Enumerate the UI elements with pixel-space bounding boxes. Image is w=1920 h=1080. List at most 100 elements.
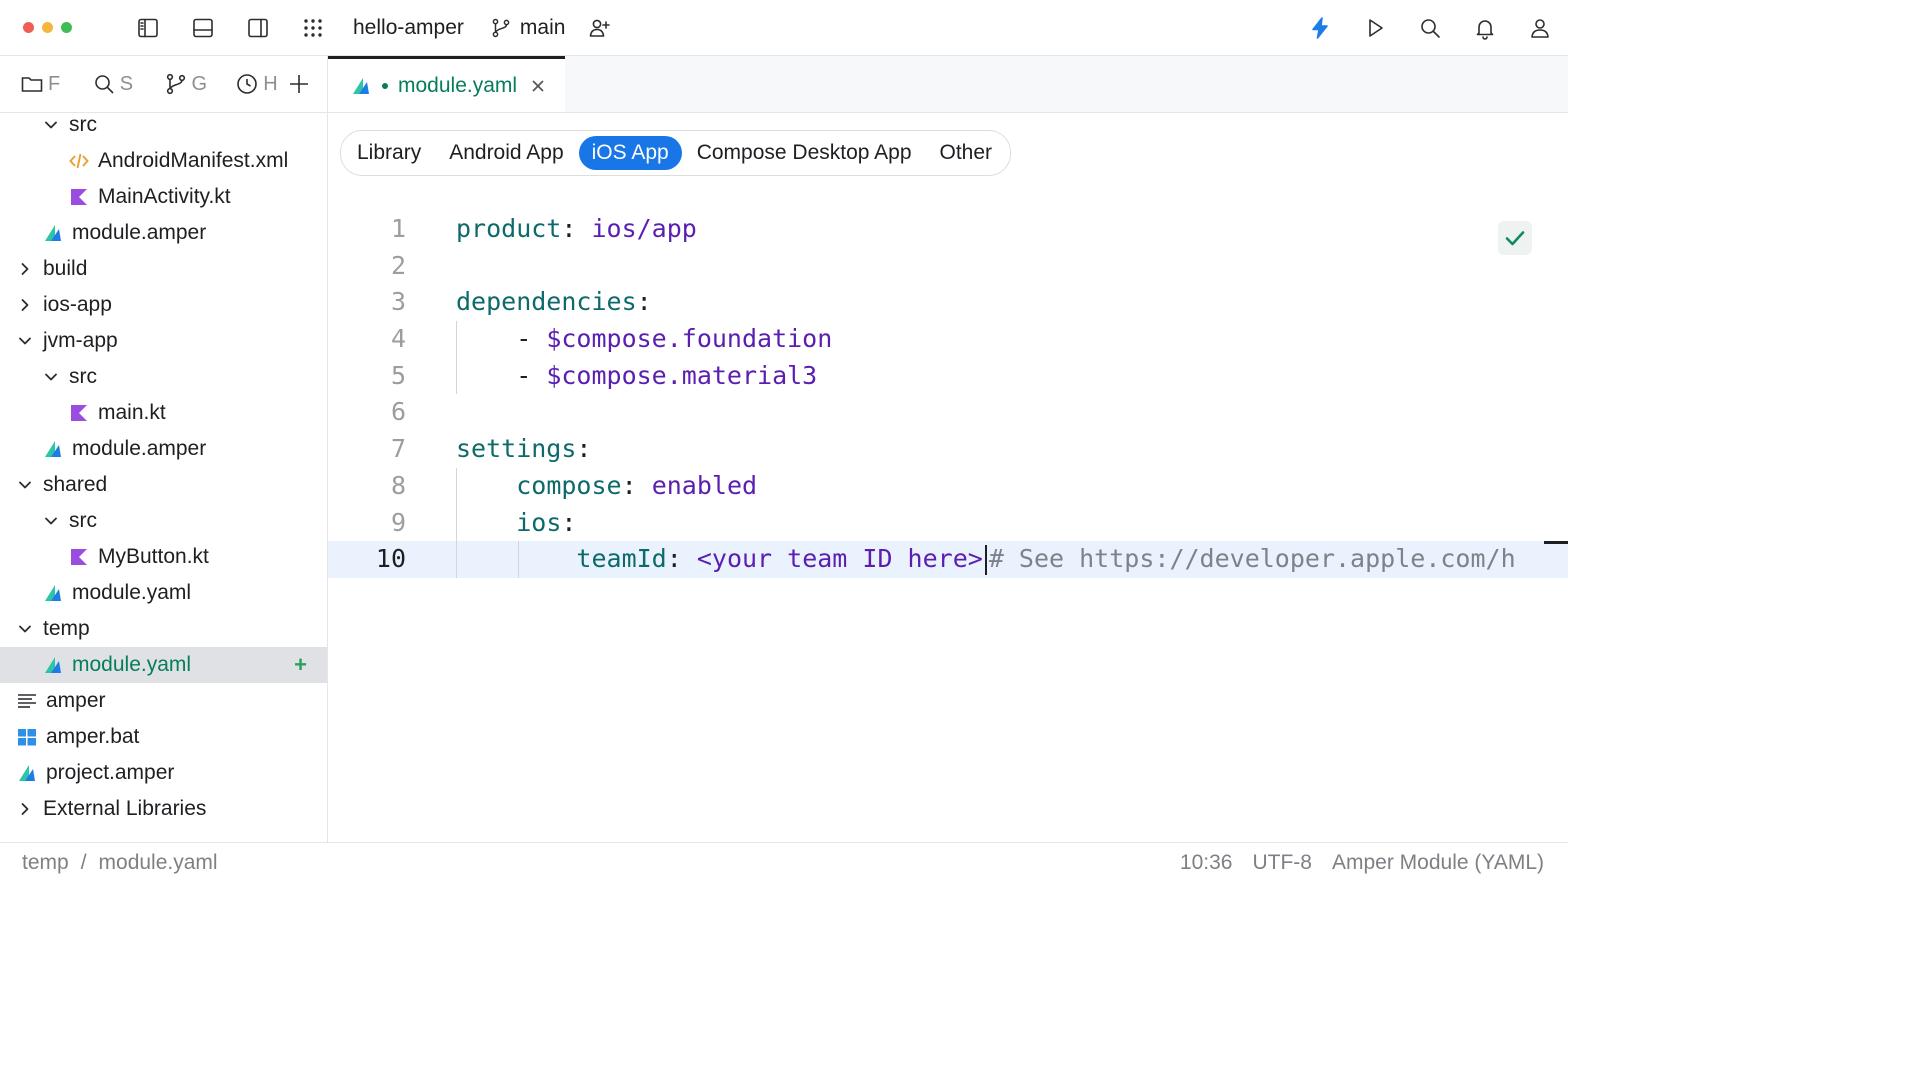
tree-item[interactable]: module.amper <box>0 431 327 467</box>
chevron-down-icon[interactable] <box>42 368 60 386</box>
chevron-down-icon[interactable] <box>16 620 34 638</box>
text-caret <box>984 545 987 576</box>
code-token: product <box>456 214 562 243</box>
segment-ios-app[interactable]: iOS App <box>578 136 682 170</box>
tree-item[interactable]: src <box>0 359 327 395</box>
power-save-bolt-icon[interactable] <box>1304 12 1336 44</box>
right-panel-toggle-icon[interactable] <box>242 12 274 44</box>
chevron-down-icon[interactable] <box>16 332 34 350</box>
tree-item[interactable]: jvm-app <box>0 323 327 359</box>
code-editor[interactable]: 1 product: ios/app 2 3 dependencies: 4 - $com… <box>328 211 1568 578</box>
bottom-panel-toggle-icon[interactable] <box>187 12 219 44</box>
add-collaborator-icon[interactable] <box>583 12 615 44</box>
horizontal-scroll-marker <box>1544 541 1568 544</box>
code-text: - $compose.material3 <box>456 358 817 395</box>
chevron-down-icon[interactable] <box>42 512 60 530</box>
line-number: 6 <box>390 397 406 427</box>
tree-item[interactable]: ios-app <box>0 287 327 323</box>
segment-compose-desktop-app[interactable]: Compose Desktop App <box>684 136 925 170</box>
segment-other[interactable]: Other <box>927 136 1006 170</box>
file-encoding[interactable]: UTF-8 <box>1252 851 1312 875</box>
code-line[interactable]: 8 compose: enabled <box>328 468 1568 505</box>
code-text: settings: <box>456 431 591 468</box>
tree-item[interactable]: amper <box>0 683 327 719</box>
status-bar: temp / module.yaml 10:36 UTF-8 Amper Mod… <box>0 842 1568 882</box>
code-line[interactable]: 3 dependencies: <box>328 284 1568 321</box>
breadcrumb-file[interactable]: module.yaml <box>99 851 218 875</box>
tree-item-label: temp <box>43 617 90 640</box>
chevron-down-icon <box>19 481 31 489</box>
code-line[interactable]: 10 teamId: <your team ID here> # See http… <box>328 541 1568 578</box>
tree-item[interactable]: External Libraries <box>0 791 327 827</box>
code-token: ios/app <box>591 214 697 243</box>
status-widgets: 10:36 UTF-8 Amper Module (YAML) <box>1180 843 1544 883</box>
tree-item-label: module.yaml <box>72 581 192 604</box>
zoom-window-button[interactable] <box>61 22 72 33</box>
tree-item[interactable]: src <box>0 113 327 143</box>
left-panel-toggle-icon[interactable] <box>132 12 164 44</box>
tree-item-label: src <box>69 365 97 388</box>
amper-file-icon <box>42 582 64 604</box>
code-line[interactable]: 7 settings: <box>328 431 1568 468</box>
file-type[interactable]: Amper Module (YAML) <box>1332 851 1544 875</box>
amper-file-icon <box>45 225 61 241</box>
tab-search[interactable]: S <box>92 72 144 96</box>
tree-item[interactable]: amper.bat <box>0 719 327 755</box>
account-user-icon[interactable] <box>1524 12 1556 44</box>
chevron-right-icon <box>21 299 29 311</box>
segment-android-app[interactable]: Android App <box>436 136 576 170</box>
code-line[interactable]: 1 product: ios/app <box>328 211 1568 248</box>
main-menu-grid-icon[interactable] <box>297 12 329 44</box>
tree-item[interactable]: module.yaml + <box>0 647 327 683</box>
notifications-bell-icon[interactable] <box>1469 12 1501 44</box>
caret-position[interactable]: 10:36 <box>1180 851 1233 875</box>
close-window-button[interactable] <box>23 22 34 33</box>
code-token: : <box>561 214 592 243</box>
close-tab-icon[interactable] <box>529 77 547 95</box>
tree-item[interactable]: module.yaml <box>0 575 327 611</box>
indent-guide <box>518 541 519 578</box>
chevron-down-icon[interactable] <box>16 476 34 494</box>
modified-indicator <box>382 82 388 89</box>
tree-item[interactable]: AndroidManifest.xml <box>0 143 327 179</box>
search-icon <box>94 75 114 94</box>
code-text: - $compose.foundation <box>456 321 832 358</box>
inspection-ok-indicator[interactable] <box>1498 221 1532 255</box>
add-tool-tab-button[interactable] <box>287 72 311 96</box>
tree-item[interactable]: temp <box>0 611 327 647</box>
code-line[interactable]: 9 ios: <box>328 505 1568 542</box>
chevron-right-icon[interactable] <box>16 260 34 278</box>
search-everywhere-icon[interactable] <box>1414 12 1446 44</box>
breadcrumb-folder[interactable]: temp <box>22 851 69 875</box>
tree-item[interactable]: build <box>0 251 327 287</box>
chevron-right-icon[interactable] <box>16 800 34 818</box>
editor-tab-module-yaml[interactable]: module.yaml <box>328 56 566 112</box>
chevron-down-icon[interactable] <box>42 116 60 134</box>
tree-item[interactable]: src <box>0 503 327 539</box>
amper-file-icon <box>45 441 61 457</box>
segment-library[interactable]: Library <box>344 136 434 170</box>
minimize-window-button[interactable] <box>42 22 53 33</box>
code-line[interactable]: 6 <box>328 394 1568 431</box>
amper-file-icon <box>45 657 61 673</box>
tree-item[interactable]: shared <box>0 467 327 503</box>
tree-item[interactable]: main.kt <box>0 395 327 431</box>
code-line[interactable]: 2 <box>328 248 1568 285</box>
code-line[interactable]: 5 - $compose.material3 <box>328 358 1568 395</box>
run-icon[interactable] <box>1359 12 1391 44</box>
project-name-button[interactable]: hello-amper <box>353 16 464 40</box>
tab-git[interactable]: G <box>164 72 216 96</box>
tab-project-files[interactable]: F <box>20 72 72 96</box>
vcs-branch-button[interactable]: main <box>490 16 565 40</box>
tree-item-label: src <box>69 113 97 136</box>
tree-item-label: module.yaml <box>72 653 192 676</box>
tree-item[interactable]: MainActivity.kt <box>0 179 327 215</box>
tree-item[interactable]: project.amper <box>0 755 327 791</box>
code-line[interactable]: 4 - $compose.foundation <box>328 321 1568 358</box>
tree-item-label: main.kt <box>98 401 166 424</box>
chevron-right-icon[interactable] <box>16 296 34 314</box>
tab-history[interactable]: H <box>235 72 287 96</box>
project-tree: android-appsrcAndroidManifest.xmlMainAct… <box>0 113 327 842</box>
tree-item[interactable]: module.amper <box>0 215 327 251</box>
tree-item[interactable]: MyButton.kt <box>0 539 327 575</box>
